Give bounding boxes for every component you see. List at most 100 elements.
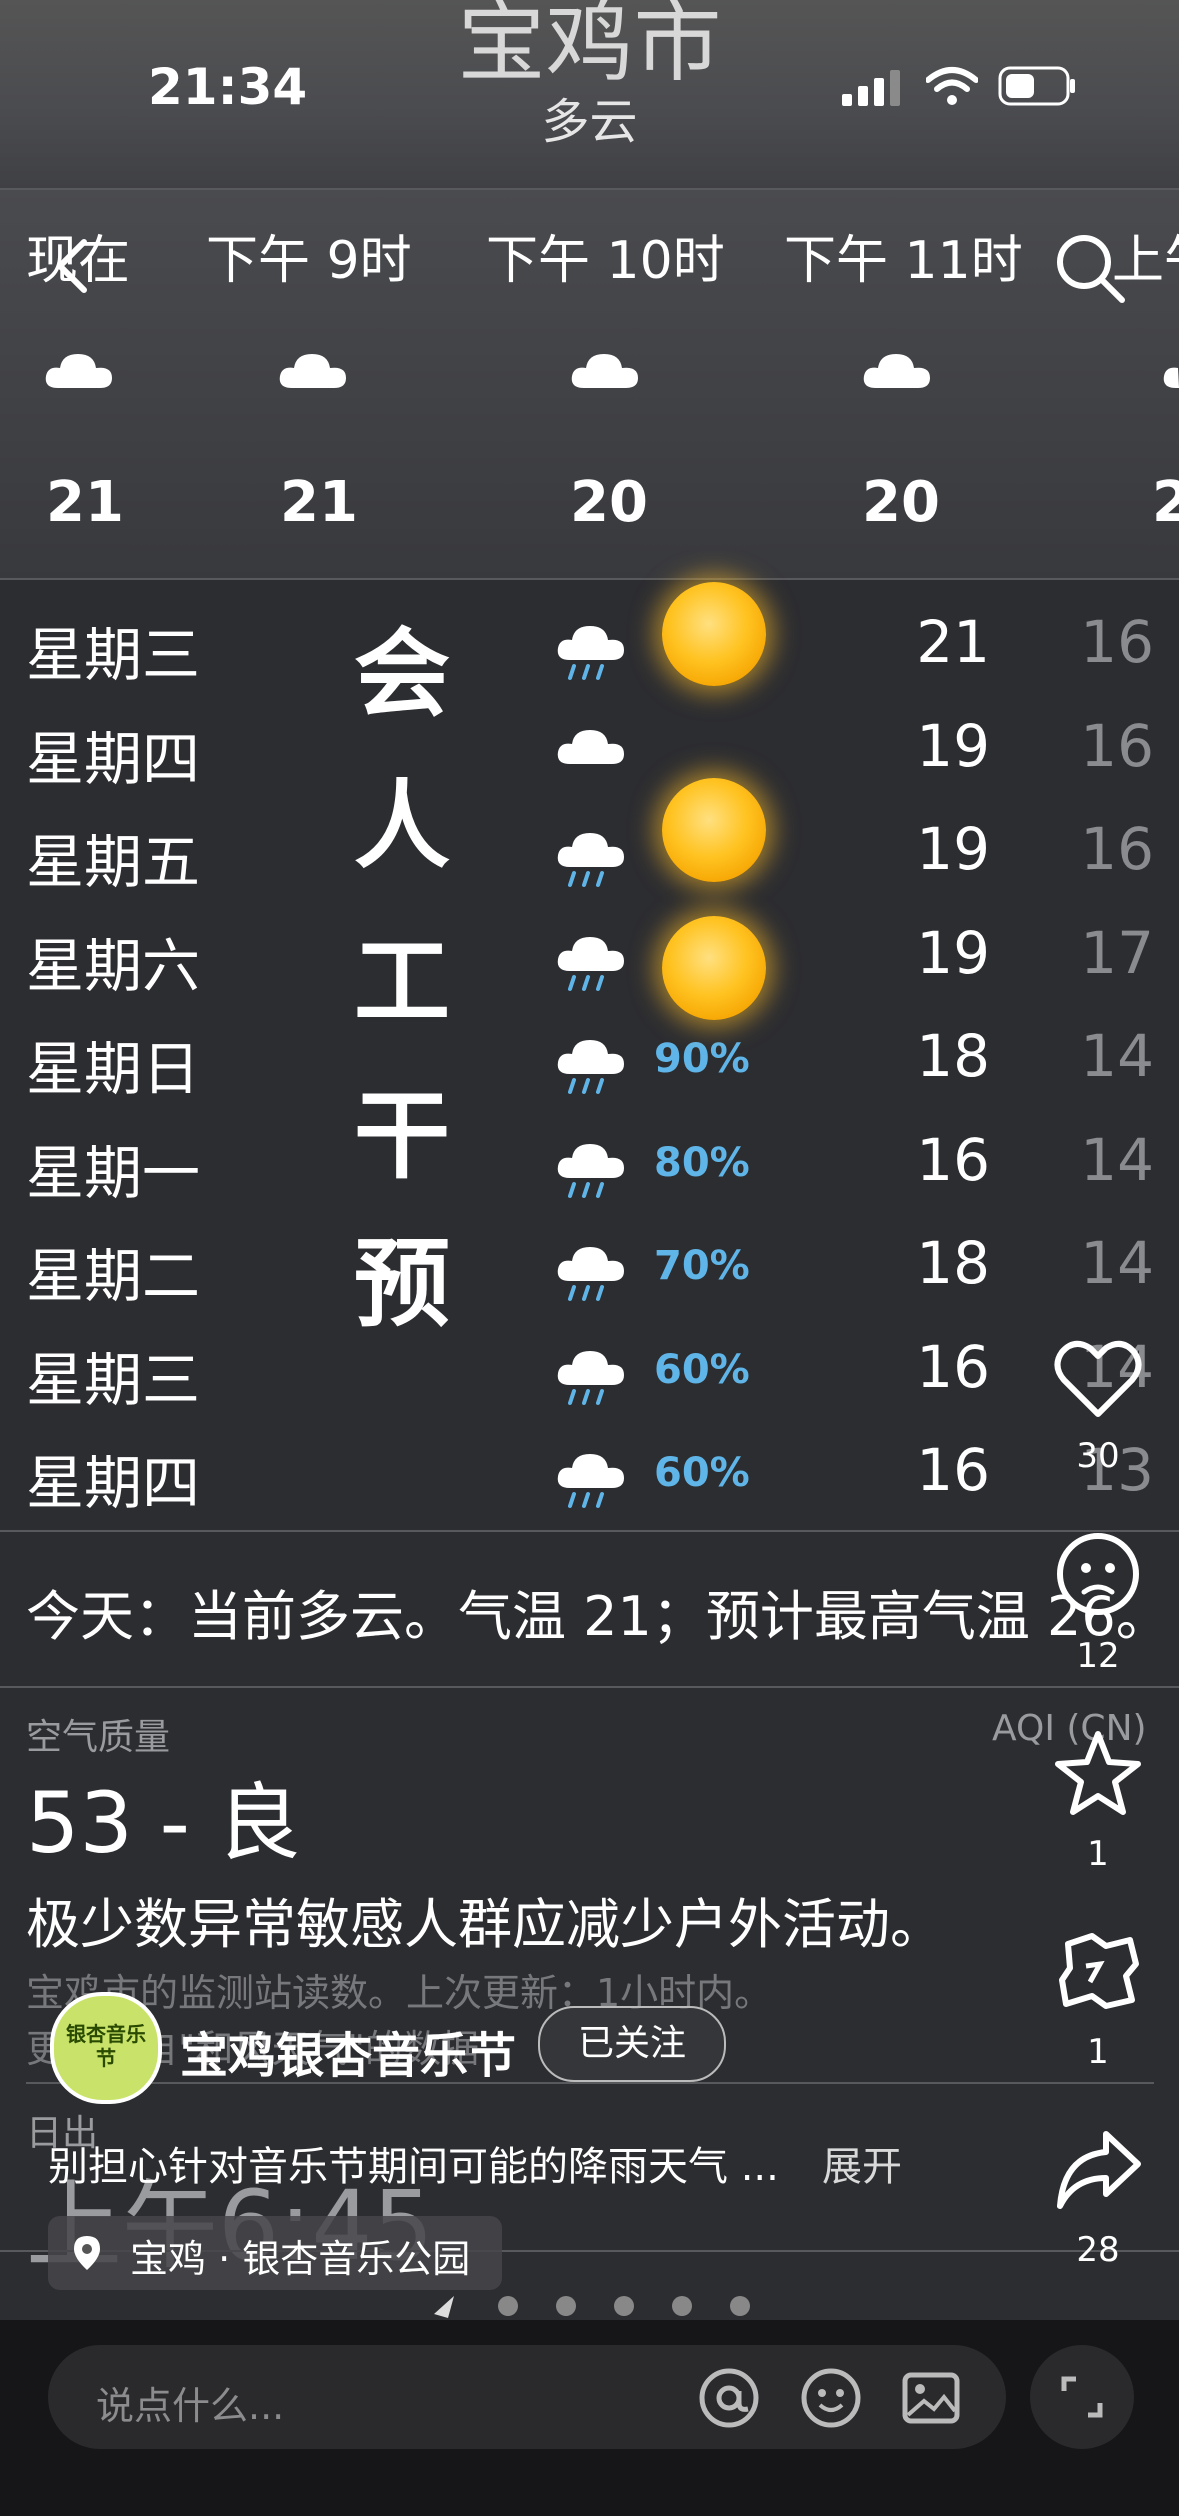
rain-cloud-icon (557, 626, 624, 680)
aqi-label: 空气质量 (26, 1717, 171, 1758)
day-label: 星期二 (26, 1242, 201, 1310)
favorite-count: 1 (1087, 1834, 1109, 1874)
share-arrow-icon[interactable] (1050, 2122, 1146, 2218)
overlay-char: 会 (354, 618, 450, 730)
cloud-icon (557, 729, 624, 764)
rain-cloud-icon (557, 1247, 624, 1301)
hour-label: 下午 11时 (784, 231, 1023, 291)
day-label: 星期四 (26, 1449, 201, 1517)
high-temp: 21 (916, 608, 990, 676)
rain-cloud-icon (557, 1040, 624, 1094)
location-tag[interactable]: 宝鸡 · 银杏音乐公园 (48, 2216, 502, 2290)
day-label: 星期五 (26, 828, 201, 896)
cloud-icon (863, 354, 930, 388)
hour-temp: 21 (46, 470, 124, 535)
location-pin-icon (74, 2236, 100, 2270)
high-temp: 19 (916, 711, 990, 780)
hour-temp: 2 (1152, 470, 1179, 535)
high-temp: 18 (916, 1229, 990, 1297)
high-temp: 19 (916, 815, 990, 883)
day-label: 星期日 (26, 1035, 201, 1103)
fullscreen-button[interactable] (1030, 2345, 1134, 2449)
status-time: 21:34 (148, 58, 308, 116)
account-avatar[interactable]: 银杏音乐节 (50, 1992, 162, 2104)
caption-expand-link[interactable]: 展开 (822, 2134, 902, 2192)
weather-header: 宝鸡市 多云 21:34 (0, 0, 1179, 190)
low-temp: 16 (1080, 711, 1154, 780)
hour-temp: 20 (862, 470, 940, 535)
overlay-char: 预 (354, 1228, 450, 1340)
rain-cloud-icon (557, 1454, 624, 1508)
day-label: 星期三 (26, 621, 201, 689)
low-temp: 16 (1080, 815, 1154, 883)
precip-chance: 90% (654, 1036, 750, 1082)
rain-cloud-icon (557, 1350, 624, 1405)
low-temp: 16 (1080, 608, 1154, 676)
special-share-icon[interactable] (1050, 1924, 1146, 2020)
account-name[interactable]: 宝鸡银杏音乐节 (180, 2016, 516, 2086)
cloud-icon (1163, 367, 1179, 388)
cloud-icon (571, 354, 638, 388)
sun-sticker-icon (662, 916, 766, 1020)
comment-input[interactable]: 说点什么... (48, 2345, 1006, 2449)
precip-chance: 60% (654, 1346, 750, 1393)
like-heart-icon[interactable] (1050, 1330, 1146, 1426)
day-label: 星期三 (26, 1345, 201, 1414)
overlay-char: 工 (354, 926, 450, 1038)
divider (0, 1686, 1179, 1688)
hour-temp: 21 (280, 470, 358, 535)
image-icon[interactable] (900, 2367, 962, 2429)
divider (0, 1530, 1179, 1532)
low-temp: 14 (1080, 1229, 1154, 1297)
divider (0, 578, 1179, 580)
low-temp: 14 (1080, 1125, 1154, 1194)
emoji-icon[interactable] (800, 2367, 862, 2429)
like-count: 30 (1076, 1436, 1120, 1476)
cloud-icon (279, 354, 346, 388)
wifi-icon (926, 67, 978, 105)
hour-label: 下午 10时 (486, 231, 725, 291)
rain-cloud-icon (557, 1143, 624, 1198)
back-icon[interactable] (52, 238, 92, 294)
cellular-signal-icon (842, 70, 900, 106)
overlay-char: 干 (354, 1080, 450, 1192)
sun-sticker-icon (662, 582, 766, 686)
hour-temp: 20 (570, 470, 648, 535)
sun-sticker-icon (662, 778, 766, 882)
overlay-char: 人 (354, 770, 450, 882)
high-temp: 19 (916, 918, 990, 987)
precip-chance: 80% (654, 1139, 750, 1186)
avatar-text: 银杏音乐节 (66, 2022, 146, 2070)
comment-icon[interactable] (1050, 1528, 1146, 1624)
rain-cloud-icon (557, 936, 624, 991)
expand-icon (1061, 2376, 1103, 2418)
comment-count: 12 (1076, 1636, 1120, 1676)
high-temp: 16 (916, 1332, 990, 1401)
rain-cloud-icon (557, 833, 624, 887)
search-icon[interactable] (1052, 230, 1128, 306)
high-temp: 18 (916, 1022, 990, 1090)
low-temp: 14 (1080, 1022, 1154, 1090)
share-count: 28 (1076, 2230, 1120, 2270)
day-label: 星期一 (26, 1138, 201, 1207)
special-share-count: 1 (1087, 2032, 1109, 2072)
high-temp: 16 (916, 1125, 990, 1194)
follow-button[interactable]: 已关注 (538, 2006, 726, 2082)
location-text: 宝鸡 · 银杏音乐公园 (130, 2237, 471, 2281)
mention-icon[interactable] (698, 2367, 760, 2429)
favorite-star-icon[interactable] (1050, 1726, 1146, 1822)
precip-chance: 70% (654, 1243, 750, 1289)
today-summary: 今天：当前多云。气温 21；预计最高气温 26。 (26, 1585, 1170, 1648)
hour-label: 下午 9时 (206, 231, 412, 291)
precip-chance: 60% (654, 1450, 750, 1496)
high-temp: 16 (916, 1436, 990, 1504)
page-indicator (434, 2296, 750, 2318)
comment-placeholder: 说点什么... (96, 2384, 285, 2428)
day-label: 星期四 (26, 724, 201, 793)
post-caption: 别担心针对音乐节期间可能的降雨天气 ... (48, 2144, 779, 2190)
low-temp: 17 (1080, 918, 1154, 987)
day-label: 星期六 (26, 931, 201, 1000)
aqi-advice: 极少数异常敏感人群应减少户外活动。 (26, 1893, 944, 1956)
battery-icon (998, 66, 1075, 106)
cloud-icon (45, 354, 112, 388)
